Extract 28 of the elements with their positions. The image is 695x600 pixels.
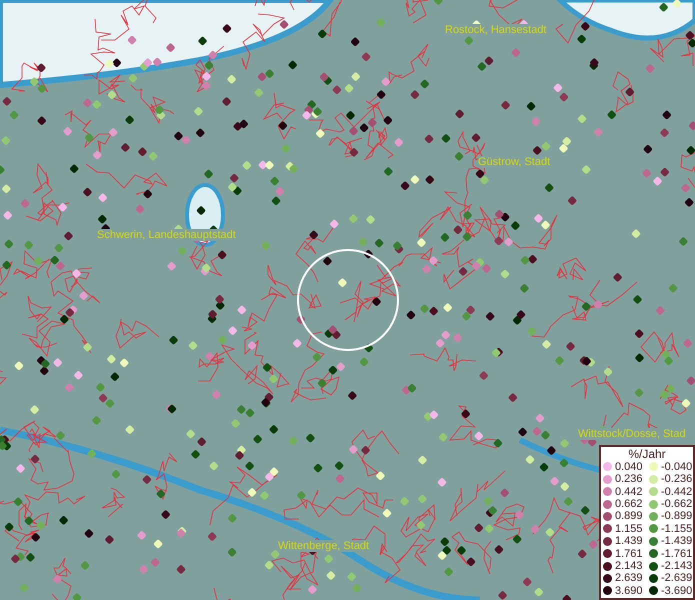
legend-label: -2.143 xyxy=(661,560,692,572)
legend-label: -1.439 xyxy=(661,535,692,548)
legend-label: -0.040 xyxy=(661,460,692,473)
legend-label: 1.439 xyxy=(615,535,643,548)
legend-label: -0.442 xyxy=(661,486,692,498)
legend-label: 2.143 xyxy=(615,560,643,572)
legend-label: 0.442 xyxy=(615,486,643,498)
legend-label: -0.236 xyxy=(661,473,692,486)
legend-label: 2.639 xyxy=(615,572,643,584)
legend-label: -0.662 xyxy=(661,498,692,510)
legend-label: 0.236 xyxy=(615,473,643,486)
city-label: Güstrow, Stadt xyxy=(478,156,550,168)
city-label: Rostock, Hansestadt xyxy=(445,24,546,36)
legend-title: %/Jahr xyxy=(627,446,667,461)
city-label: Schwerin, Landeshauptstadt xyxy=(97,229,236,241)
legend-label: 3.690 xyxy=(615,584,643,597)
legend-label: 0.040 xyxy=(615,460,643,473)
legend-label: -0.899 xyxy=(661,510,692,522)
legend-label: -2.639 xyxy=(661,572,692,584)
legend-label: -1.155 xyxy=(661,522,692,535)
legend-label: 1.155 xyxy=(615,522,643,535)
legend-label: -1.761 xyxy=(661,548,692,560)
legend-label: 1.761 xyxy=(615,548,643,560)
legend-label: 0.899 xyxy=(615,510,643,522)
legend-label: 0.662 xyxy=(615,498,643,510)
city-label: Wittstock/Dosse, Stad xyxy=(578,428,686,440)
legend-label: -3.690 xyxy=(661,584,692,597)
city-label: Wittenberge, Stadt xyxy=(278,540,370,552)
